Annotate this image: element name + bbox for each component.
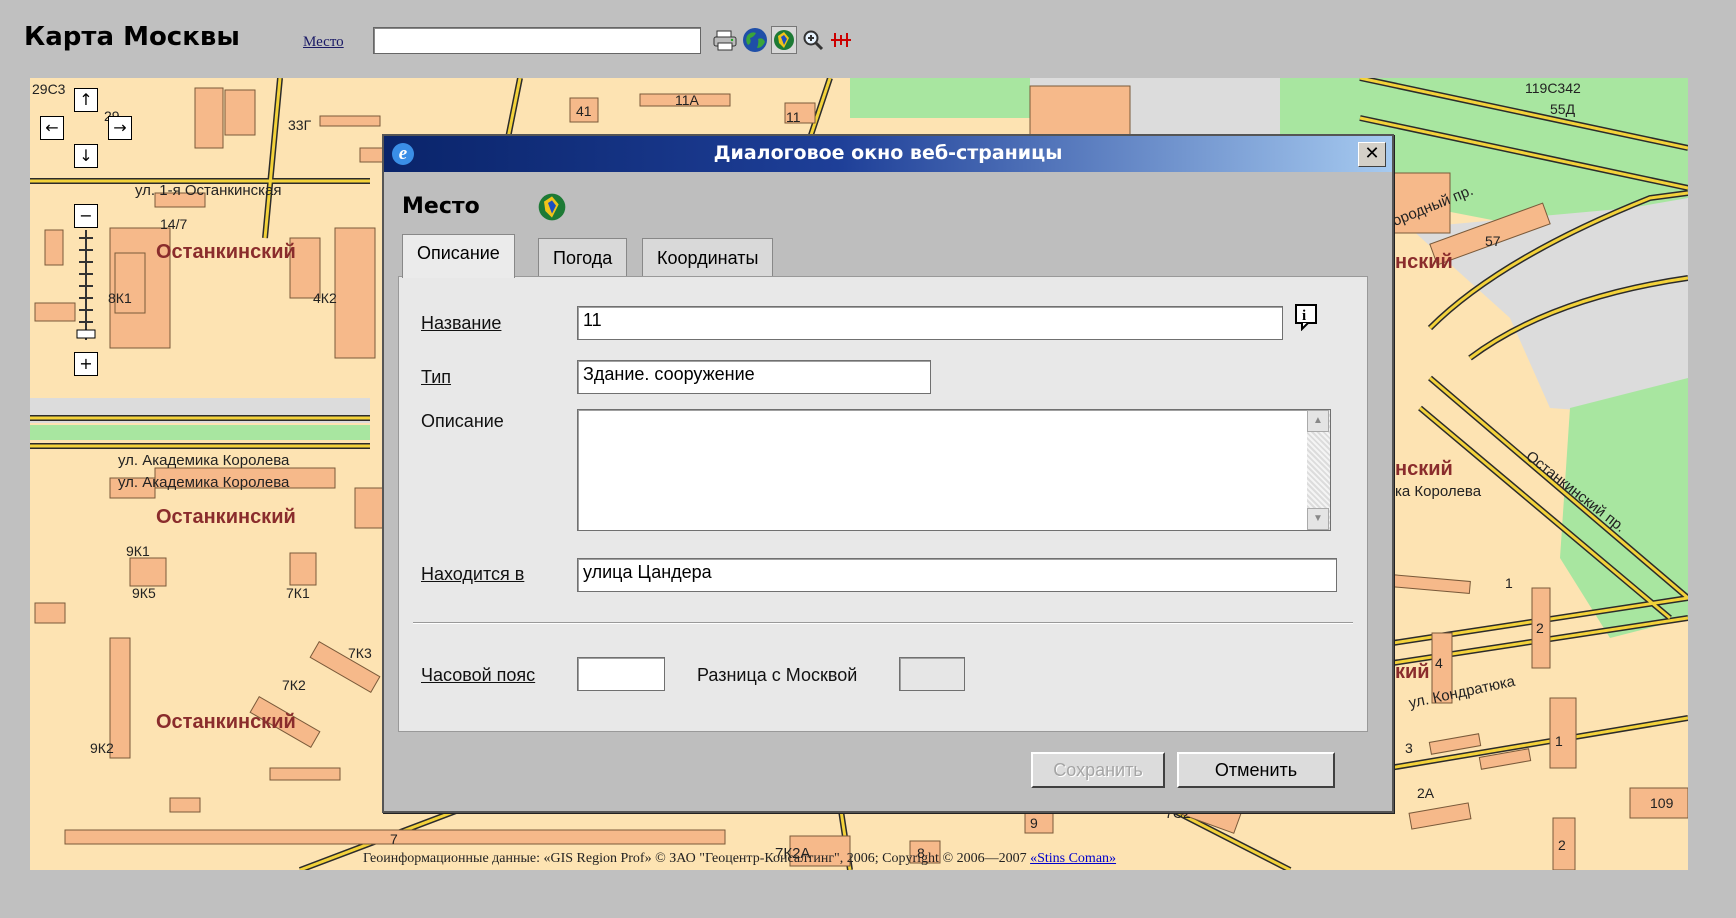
moscow-diff-label: Разница с Москвой — [697, 665, 858, 685]
map-label: 55Д — [1550, 101, 1576, 117]
street-label: ул. Академика Королева — [118, 452, 290, 469]
place-search-input[interactable] — [373, 27, 701, 54]
street-label: ул. 1-я Останкинская — [135, 182, 281, 199]
pan-down-button[interactable]: ↓ — [74, 144, 98, 168]
map-label: 9 — [1030, 815, 1038, 831]
district-label: кий — [1395, 661, 1430, 683]
description-scrollbar[interactable]: ▲ ▼ — [1307, 410, 1330, 530]
map-label: 11А — [675, 92, 700, 108]
type-field[interactable]: Здание. сооружение — [577, 360, 931, 394]
map-label: 2 — [1558, 837, 1566, 853]
cancel-button[interactable]: Отменить — [1177, 752, 1335, 788]
description-textarea[interactable] — [577, 409, 1331, 531]
svg-text:i: i — [1302, 308, 1306, 324]
stins-coman-link[interactable]: «Stins Coman» — [1030, 851, 1116, 866]
scroll-down-button[interactable]: ▼ — [1307, 508, 1329, 530]
map-label: 7К3 — [348, 645, 372, 661]
save-button[interactable]: Сохранить — [1031, 752, 1165, 788]
map-label: 109 — [1650, 795, 1674, 811]
dialog-window-title: Диалоговое окно веб-страницы — [713, 142, 1063, 164]
copyright-text: Геоинформационные данные: «GIS Region Pr… — [363, 851, 1027, 866]
pan-left-button[interactable]: ← — [40, 116, 64, 140]
type-label: Тип — [421, 367, 452, 387]
dialog-titlebar[interactable]: e Диалоговое окно веб-страницы ✕ — [384, 136, 1392, 172]
info-icon[interactable]: i — [1294, 303, 1320, 332]
timezone-field[interactable] — [577, 657, 665, 691]
pan-up-button[interactable]: ↑ — [74, 88, 98, 112]
map-label: 1 — [1505, 575, 1513, 591]
divider — [413, 622, 1353, 624]
dialog-heading: Место — [402, 194, 480, 219]
zoom-icon[interactable] — [800, 26, 826, 54]
tab-coordinates[interactable]: Координаты — [642, 238, 774, 276]
measure-icon[interactable] — [828, 26, 854, 54]
moscow-diff-field — [899, 657, 965, 691]
globe-icon[interactable] — [742, 26, 768, 54]
map-label: 119С342 — [1525, 80, 1581, 96]
map-label: 2 — [1536, 620, 1544, 636]
printer-icon[interactable] — [712, 26, 738, 54]
place-info-icon[interactable] — [771, 26, 797, 54]
map-label: 57 — [1485, 233, 1501, 249]
tab-weather[interactable]: Погода — [538, 238, 628, 276]
map-label: 9К2 — [90, 740, 114, 756]
map-label: 29С3 — [32, 81, 66, 97]
description-label: Описание — [421, 411, 504, 431]
place-icon — [536, 191, 568, 228]
map-label: 7К1 — [286, 585, 310, 601]
top-bar: Карта Москвы Место — [0, 0, 1736, 78]
name-label: Название — [421, 313, 502, 333]
map-label: 14/7 — [160, 216, 187, 232]
zoom-out-button[interactable]: − — [74, 204, 98, 228]
located-in-field[interactable]: улица Цандера — [577, 558, 1337, 592]
map-label: 9К5 — [132, 585, 156, 601]
located-in-label: Находится в — [421, 564, 525, 584]
map-label: 9К1 — [126, 543, 150, 559]
map-label: 7К2 — [282, 677, 306, 693]
place-link[interactable]: Место — [303, 34, 344, 51]
map-label: 8К1 — [108, 290, 132, 306]
map-label: 11 — [786, 109, 801, 125]
map-label: 33Г — [288, 117, 312, 133]
app-title: Карта Москвы — [24, 22, 240, 52]
district-label: нский — [1395, 458, 1453, 480]
zoom-slider[interactable] — [76, 230, 96, 340]
district-label: Останкинский — [156, 241, 296, 263]
street-label: ка Королева — [1395, 483, 1482, 500]
district-label: Останкинский — [156, 506, 296, 528]
district-label: нский — [1395, 251, 1453, 273]
district-label: Останкинский — [156, 711, 296, 733]
map-label: 41 — [576, 103, 592, 119]
place-dialog: e Диалоговое окно веб-страницы ✕ Место О… — [382, 134, 1394, 813]
map-label: 4 — [1435, 655, 1443, 671]
map-label: 2А — [1417, 785, 1435, 801]
map-label: 1 — [1555, 733, 1563, 749]
pan-right-button[interactable]: → — [108, 116, 132, 140]
map-label: 4К2 — [313, 290, 337, 306]
name-field[interactable]: 11 — [577, 306, 1283, 340]
tab-description[interactable]: Описание — [402, 234, 515, 278]
copyright-note: Геоинформационные данные: «GIS Region Pr… — [363, 851, 1116, 867]
zoom-in-button[interactable]: + — [74, 352, 98, 376]
map-label: 3 — [1405, 740, 1413, 756]
street-label: ул. Академика Королева — [118, 474, 290, 491]
close-button[interactable]: ✕ — [1358, 142, 1386, 167]
description-panel: Название 11 Тип Здание. сооружение Описа… — [398, 276, 1368, 732]
map-label: 7 — [390, 831, 398, 847]
scroll-up-button[interactable]: ▲ — [1307, 410, 1329, 432]
timezone-label: Часовой пояс — [421, 665, 536, 685]
